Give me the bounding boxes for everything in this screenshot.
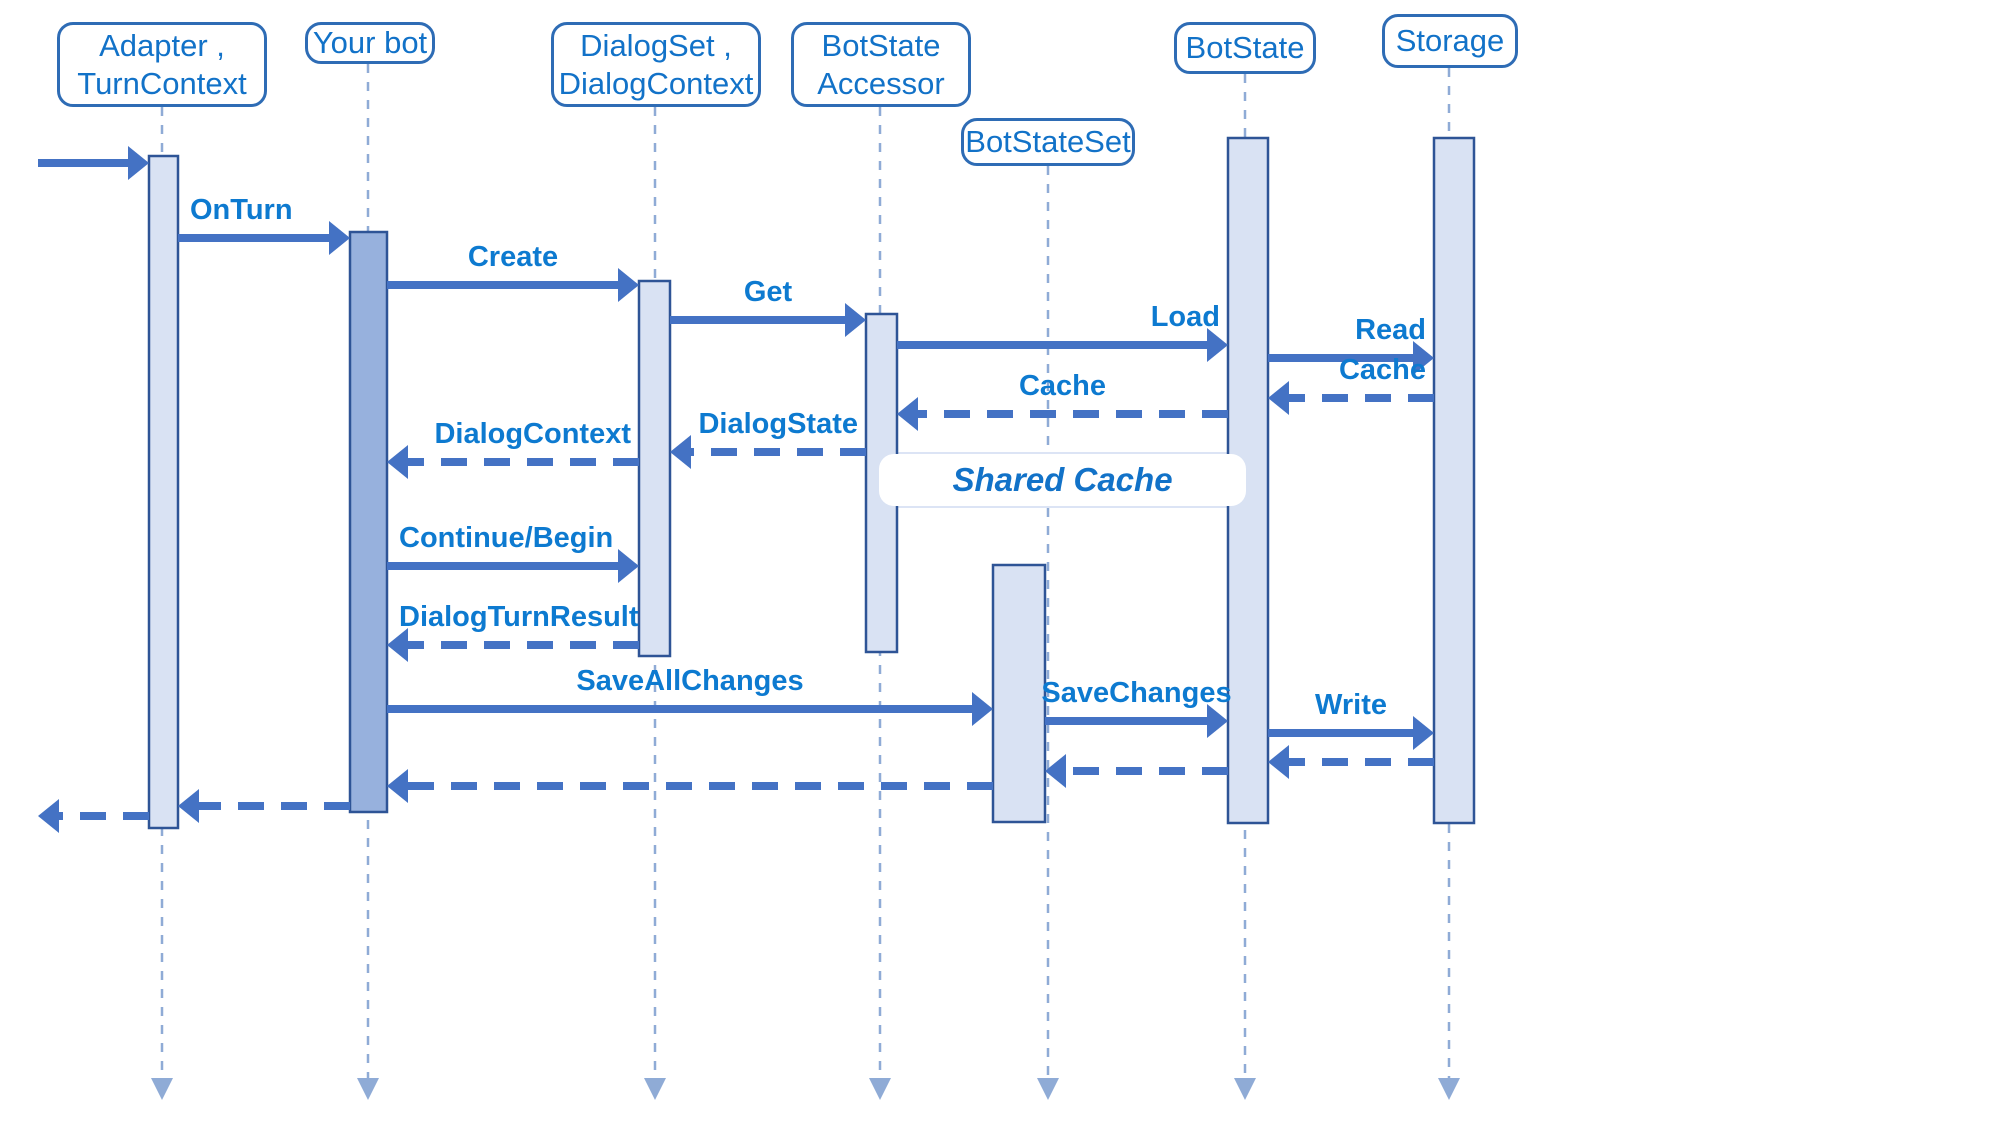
message-arrowhead-18	[178, 789, 199, 823]
message-arrowhead-13	[1207, 704, 1228, 738]
message-arrowhead-15	[1268, 745, 1289, 779]
message-label-continue-begin: Continue/Begin	[399, 522, 614, 554]
lifeline-end-arrow-yourbot	[357, 1078, 379, 1100]
message-label-dialogstate: DialogState	[698, 408, 858, 440]
message-label-cache: Cache	[1018, 370, 1107, 402]
activation-bar-stateset	[991, 563, 1047, 824]
lifeline-end-arrow-stateset	[1037, 1078, 1059, 1100]
message-label-load: Load	[1150, 301, 1220, 333]
lifeline-end-arrow-botstate	[1234, 1078, 1256, 1100]
message-arrowhead-10	[618, 549, 639, 583]
activation-bar-adapter	[147, 154, 180, 830]
activation-bar-dialogset	[637, 279, 672, 658]
message-arrowhead-6	[1268, 381, 1289, 415]
lifeline-end-arrow-adapter	[151, 1078, 173, 1100]
message-label-dialogcontext: DialogContext	[434, 418, 631, 450]
message-arrowhead-2	[618, 268, 639, 302]
participant-box-yourbot[interactable]: Your bot	[305, 22, 435, 64]
message-arrowhead-8	[670, 435, 691, 469]
message-arrowhead-14	[1413, 716, 1434, 750]
shared-cache-note: Shared Cache	[880, 455, 1245, 505]
message-arrowhead-11	[387, 628, 408, 662]
participant-label-yourbot: Your bot	[312, 25, 428, 61]
participant-label-storage: Storage	[1395, 23, 1505, 59]
participant-label-stateset: BotStateSet	[965, 124, 1131, 160]
message-label-read: Read	[1355, 314, 1426, 346]
participant-box-storage[interactable]: Storage	[1382, 14, 1518, 68]
participant-label-botstate: BotState	[1185, 30, 1305, 66]
message-arrowhead-1	[329, 221, 350, 255]
participant-box-botstate[interactable]: BotState	[1174, 22, 1316, 74]
activation-bar-yourbot	[348, 230, 389, 814]
message-label-write: Write	[1315, 689, 1387, 721]
lifeline-end-arrow-storage	[1438, 1078, 1460, 1100]
message-label-dialogturnresult: DialogTurnResult	[399, 601, 639, 633]
message-arrowhead-7	[897, 397, 918, 431]
participant-box-dialogset[interactable]: DialogSet , DialogContext	[551, 22, 761, 107]
message-arrowhead-4	[1207, 328, 1228, 362]
message-arrowhead-19	[38, 799, 59, 833]
participant-box-adapter[interactable]: Adapter , TurnContext	[57, 22, 267, 107]
message-arrowhead-0	[128, 146, 149, 180]
message-label-cache: Cache	[1338, 354, 1426, 386]
message-arrowhead-17	[387, 769, 408, 803]
participant-label-accessor: BotState Accessor	[817, 27, 945, 101]
sequence-diagram-canvas: OnTurn Create Get Load Read Cache Cache DialogS…	[0, 0, 2000, 1125]
message-arrowhead-9	[387, 445, 408, 479]
shared-cache-label: Shared Cache	[952, 461, 1173, 498]
participant-box-accessor[interactable]: BotState Accessor	[791, 22, 971, 107]
activation-bar-storage	[1432, 136, 1476, 825]
message-label-onturn: OnTurn	[190, 194, 293, 226]
participant-box-stateset[interactable]: BotStateSet	[961, 118, 1135, 166]
participant-label-adapter: Adapter , TurnContext	[77, 27, 247, 101]
message-arrowhead-3	[845, 303, 866, 337]
message-label-get: Get	[743, 276, 793, 308]
message-label-savechanges: SaveChanges	[1041, 677, 1232, 709]
message-label-create: Create	[467, 241, 559, 273]
message-label-saveallchanges: SaveAllChanges	[576, 665, 804, 697]
lifeline-end-arrow-dialogset	[644, 1078, 666, 1100]
participant-label-dialogset: DialogSet , DialogContext	[558, 27, 754, 101]
message-arrowhead-12	[972, 692, 993, 726]
lifeline-end-arrow-accessor	[869, 1078, 891, 1100]
diagram-graphics-layer	[38, 64, 1476, 1100]
